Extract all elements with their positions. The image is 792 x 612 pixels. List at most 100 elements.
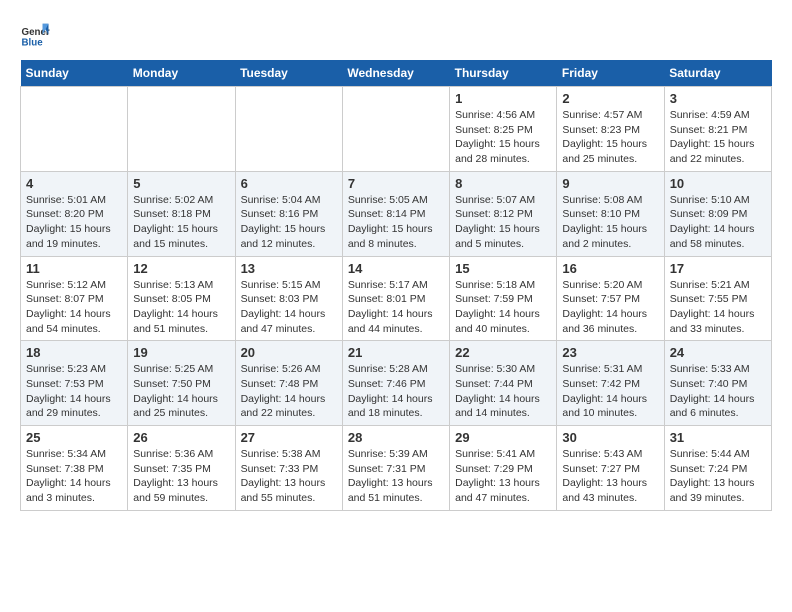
day-info: Sunrise: 5:38 AM Sunset: 7:33 PM Dayligh… bbox=[241, 447, 337, 506]
day-number: 20 bbox=[241, 345, 337, 360]
day-info: Sunrise: 5:36 AM Sunset: 7:35 PM Dayligh… bbox=[133, 447, 229, 506]
calendar-cell: 24 Sunrise: 5:33 AM Sunset: 7:40 PM Dayli… bbox=[664, 341, 771, 426]
day-number: 27 bbox=[241, 430, 337, 445]
calendar-cell: 16Sunrise: 5:20 AM Sunset: 7:57 PM Dayli… bbox=[557, 256, 664, 341]
day-number: 29 bbox=[455, 430, 551, 445]
day-info: Sunrise: 5:08 AM Sunset: 8:10 PM Dayligh… bbox=[562, 193, 658, 252]
calendar-cell: 11 Sunrise: 5:12 AM Sunset: 8:07 PM Dayli… bbox=[21, 256, 128, 341]
day-info: Sunrise: 4:59 AM Sunset: 8:21 PM Dayligh… bbox=[670, 108, 766, 167]
day-info: Sunrise: 5:17 AM Sunset: 8:01 PM Dayligh… bbox=[348, 278, 444, 337]
day-number: 11 bbox=[26, 261, 122, 276]
svg-text:Blue: Blue bbox=[22, 38, 44, 49]
day-number: 25 bbox=[26, 430, 122, 445]
day-number: 13 bbox=[241, 261, 337, 276]
calendar-cell: 14 Sunrise: 5:17 AM Sunset: 8:01 PM Dayli… bbox=[342, 256, 449, 341]
weekday-header-thursday: Thursday bbox=[450, 60, 557, 87]
weekday-header-friday: Friday bbox=[557, 60, 664, 87]
calendar-cell: 23Sunrise: 5:31 AM Sunset: 7:42 PM Dayli… bbox=[557, 341, 664, 426]
weekday-header-row: SundayMondayTuesdayWednesdayThursdayFrid… bbox=[21, 60, 772, 87]
day-number: 28 bbox=[348, 430, 444, 445]
calendar-table: SundayMondayTuesdayWednesdayThursdayFrid… bbox=[20, 60, 772, 511]
weekday-header-wednesday: Wednesday bbox=[342, 60, 449, 87]
day-number: 18 bbox=[26, 345, 122, 360]
day-info: Sunrise: 5:18 AM Sunset: 7:59 PM Dayligh… bbox=[455, 278, 551, 337]
week-row-4: 18 Sunrise: 5:23 AM Sunset: 7:53 PM Dayli… bbox=[21, 341, 772, 426]
day-info: Sunrise: 5:33 AM Sunset: 7:40 PM Dayligh… bbox=[670, 362, 766, 421]
day-number: 12 bbox=[133, 261, 229, 276]
calendar-cell bbox=[342, 87, 449, 172]
day-info: Sunrise: 5:21 AM Sunset: 7:55 PM Dayligh… bbox=[670, 278, 766, 337]
weekday-header-monday: Monday bbox=[128, 60, 235, 87]
week-row-2: 4 Sunrise: 5:01 AM Sunset: 8:20 PM Daylig… bbox=[21, 171, 772, 256]
calendar-cell: 28 Sunrise: 5:39 AM Sunset: 7:31 PM Dayli… bbox=[342, 426, 449, 511]
calendar-cell bbox=[21, 87, 128, 172]
day-number: 4 bbox=[26, 176, 122, 191]
calendar-cell: 3 Sunrise: 4:59 AM Sunset: 8:21 PM Daylig… bbox=[664, 87, 771, 172]
day-number: 5 bbox=[133, 176, 229, 191]
day-info: Sunrise: 5:12 AM Sunset: 8:07 PM Dayligh… bbox=[26, 278, 122, 337]
day-number: 14 bbox=[348, 261, 444, 276]
day-info: Sunrise: 5:04 AM Sunset: 8:16 PM Dayligh… bbox=[241, 193, 337, 252]
day-number: 17 bbox=[670, 261, 766, 276]
calendar-cell: 9 Sunrise: 5:08 AM Sunset: 8:10 PM Daylig… bbox=[557, 171, 664, 256]
day-number: 19 bbox=[133, 345, 229, 360]
day-number: 7 bbox=[348, 176, 444, 191]
weekday-header-sunday: Sunday bbox=[21, 60, 128, 87]
day-number: 22 bbox=[455, 345, 551, 360]
day-info: Sunrise: 5:43 AM Sunset: 7:27 PM Dayligh… bbox=[562, 447, 658, 506]
day-number: 3 bbox=[670, 91, 766, 106]
day-info: Sunrise: 5:23 AM Sunset: 7:53 PM Dayligh… bbox=[26, 362, 122, 421]
calendar-cell: 6 Sunrise: 5:04 AM Sunset: 8:16 PM Daylig… bbox=[235, 171, 342, 256]
week-row-3: 11 Sunrise: 5:12 AM Sunset: 8:07 PM Dayli… bbox=[21, 256, 772, 341]
day-number: 16 bbox=[562, 261, 658, 276]
calendar-cell: 18 Sunrise: 5:23 AM Sunset: 7:53 PM Dayli… bbox=[21, 341, 128, 426]
calendar-cell: 31 Sunrise: 5:44 AM Sunset: 7:24 PM Dayli… bbox=[664, 426, 771, 511]
day-info: Sunrise: 5:31 AM Sunset: 7:42 PM Dayligh… bbox=[562, 362, 658, 421]
day-info: Sunrise: 5:13 AM Sunset: 8:05 PM Dayligh… bbox=[133, 278, 229, 337]
day-info: Sunrise: 5:01 AM Sunset: 8:20 PM Dayligh… bbox=[26, 193, 122, 252]
day-number: 8 bbox=[455, 176, 551, 191]
day-info: Sunrise: 5:02 AM Sunset: 8:18 PM Dayligh… bbox=[133, 193, 229, 252]
week-row-1: 1Sunrise: 4:56 AM Sunset: 8:25 PM Daylig… bbox=[21, 87, 772, 172]
calendar-cell: 13 Sunrise: 5:15 AM Sunset: 8:03 PM Dayli… bbox=[235, 256, 342, 341]
calendar-cell bbox=[128, 87, 235, 172]
calendar-cell: 12 Sunrise: 5:13 AM Sunset: 8:05 PM Dayli… bbox=[128, 256, 235, 341]
day-number: 9 bbox=[562, 176, 658, 191]
calendar-cell: 27 Sunrise: 5:38 AM Sunset: 7:33 PM Dayli… bbox=[235, 426, 342, 511]
logo-icon: General Blue bbox=[20, 20, 50, 50]
calendar-cell: 29 Sunrise: 5:41 AM Sunset: 7:29 PM Dayli… bbox=[450, 426, 557, 511]
day-info: Sunrise: 5:10 AM Sunset: 8:09 PM Dayligh… bbox=[670, 193, 766, 252]
day-info: Sunrise: 5:44 AM Sunset: 7:24 PM Dayligh… bbox=[670, 447, 766, 506]
day-info: Sunrise: 5:30 AM Sunset: 7:44 PM Dayligh… bbox=[455, 362, 551, 421]
day-info: Sunrise: 4:57 AM Sunset: 8:23 PM Dayligh… bbox=[562, 108, 658, 167]
calendar-cell bbox=[235, 87, 342, 172]
day-info: Sunrise: 5:39 AM Sunset: 7:31 PM Dayligh… bbox=[348, 447, 444, 506]
calendar-cell: 21 Sunrise: 5:28 AM Sunset: 7:46 PM Dayli… bbox=[342, 341, 449, 426]
day-number: 24 bbox=[670, 345, 766, 360]
day-number: 30 bbox=[562, 430, 658, 445]
calendar-cell: 7 Sunrise: 5:05 AM Sunset: 8:14 PM Daylig… bbox=[342, 171, 449, 256]
calendar-cell: 10 Sunrise: 5:10 AM Sunset: 8:09 PM Dayli… bbox=[664, 171, 771, 256]
day-info: Sunrise: 5:34 AM Sunset: 7:38 PM Dayligh… bbox=[26, 447, 122, 506]
day-info: Sunrise: 5:41 AM Sunset: 7:29 PM Dayligh… bbox=[455, 447, 551, 506]
day-number: 31 bbox=[670, 430, 766, 445]
day-info: Sunrise: 4:56 AM Sunset: 8:25 PM Dayligh… bbox=[455, 108, 551, 167]
calendar-cell: 26Sunrise: 5:36 AM Sunset: 7:35 PM Dayli… bbox=[128, 426, 235, 511]
calendar-cell: 1Sunrise: 4:56 AM Sunset: 8:25 PM Daylig… bbox=[450, 87, 557, 172]
calendar-cell: 8Sunrise: 5:07 AM Sunset: 8:12 PM Daylig… bbox=[450, 171, 557, 256]
day-info: Sunrise: 5:26 AM Sunset: 7:48 PM Dayligh… bbox=[241, 362, 337, 421]
calendar-cell: 4 Sunrise: 5:01 AM Sunset: 8:20 PM Daylig… bbox=[21, 171, 128, 256]
day-number: 21 bbox=[348, 345, 444, 360]
day-number: 6 bbox=[241, 176, 337, 191]
calendar-cell: 2Sunrise: 4:57 AM Sunset: 8:23 PM Daylig… bbox=[557, 87, 664, 172]
weekday-header-tuesday: Tuesday bbox=[235, 60, 342, 87]
day-number: 15 bbox=[455, 261, 551, 276]
calendar-cell: 5 Sunrise: 5:02 AM Sunset: 8:18 PM Daylig… bbox=[128, 171, 235, 256]
calendar-cell: 15 Sunrise: 5:18 AM Sunset: 7:59 PM Dayli… bbox=[450, 256, 557, 341]
day-info: Sunrise: 5:15 AM Sunset: 8:03 PM Dayligh… bbox=[241, 278, 337, 337]
day-info: Sunrise: 5:05 AM Sunset: 8:14 PM Dayligh… bbox=[348, 193, 444, 252]
week-row-5: 25 Sunrise: 5:34 AM Sunset: 7:38 PM Dayli… bbox=[21, 426, 772, 511]
calendar-cell: 20 Sunrise: 5:26 AM Sunset: 7:48 PM Dayli… bbox=[235, 341, 342, 426]
day-info: Sunrise: 5:28 AM Sunset: 7:46 PM Dayligh… bbox=[348, 362, 444, 421]
day-number: 10 bbox=[670, 176, 766, 191]
